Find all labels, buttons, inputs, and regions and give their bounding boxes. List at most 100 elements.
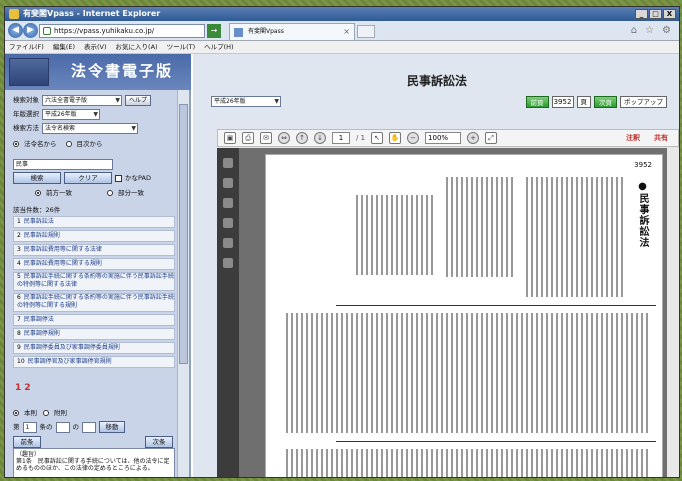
logo-banner: 法令書電子版 (5, 54, 191, 90)
menu-tools[interactable]: ツール(T) (167, 41, 196, 53)
fit-icon[interactable]: ⇔ (278, 132, 290, 144)
site-icon (43, 27, 51, 35)
tab-vpass[interactable]: 有斐閣Vpass × (229, 23, 355, 40)
pdf-page-input[interactable]: 1 (332, 132, 350, 144)
select-tool-icon[interactable]: ↖ (371, 132, 384, 144)
result-item[interactable]: 5 民事訴訟手続に関する条約等の実施に伴う民事訴訟手続の特例等に関する法律 (13, 272, 175, 291)
books-logo-image (9, 58, 49, 86)
window-title: 有斐閣Vpass - Internet Explorer (23, 9, 161, 18)
menu-favorites[interactable]: お気に入り(A) (116, 41, 158, 53)
address-bar: ◀ ▶ https://vpass.yuhikaku.co.jp/ → 有斐閣V… (5, 21, 679, 41)
article-item-input[interactable] (82, 421, 96, 433)
section-divider (336, 441, 656, 442)
menu-edit[interactable]: 編集(E) (53, 41, 75, 53)
kana-label: かなPAD (125, 174, 151, 182)
prev-page-button[interactable]: 前頁 (525, 96, 549, 108)
browser-window: 有斐閣Vpass - Internet Explorer _ □ X ◀ ▶ h… (4, 6, 680, 478)
era-select[interactable]: 平成26年版 (211, 96, 281, 107)
new-tab-button[interactable] (357, 25, 375, 38)
pdf-page-title: ●民事訴訟法 (637, 181, 648, 248)
article-preview: （趣旨） 第1条 民事訴訟に関する手続については、他の法令に定めるもののほか、こ… (13, 448, 175, 477)
result-pagination[interactable]: 1 2 (15, 383, 31, 393)
scope-main-radio[interactable] (13, 410, 19, 416)
settings-icon[interactable]: ⚙ (662, 25, 671, 36)
scope-main-label: 本則 (24, 409, 37, 417)
toc-text-block (526, 177, 626, 297)
article-sub-input[interactable] (55, 421, 70, 433)
search-input[interactable]: 民事 (13, 158, 113, 170)
bookmark-icon[interactable] (223, 258, 233, 268)
forward-icon[interactable]: ▶ (23, 23, 38, 38)
zoom-out-icon[interactable]: − (407, 132, 420, 144)
mode-name-radio[interactable] (13, 141, 19, 147)
result-item[interactable]: 4 民事訴訟費用等に関する規則 (13, 258, 175, 270)
pdf-side-panel (217, 148, 239, 477)
go-icon[interactable]: → (207, 24, 221, 38)
menu-file[interactable]: ファイル(F) (9, 41, 44, 53)
mode-toc-radio[interactable] (65, 141, 72, 147)
share-tab[interactable]: 共有 (654, 133, 668, 143)
page-down-icon[interactable]: ↓ (314, 132, 326, 144)
home-icon[interactable]: ⌂ (631, 25, 637, 36)
article-input[interactable]: 1 (22, 421, 37, 433)
expand-icon[interactable]: ⤢ (485, 132, 498, 144)
mail-icon[interactable]: ✉ (260, 132, 272, 144)
sidebar-scrollbar[interactable] (177, 90, 189, 477)
match-prefix-radio[interactable] (35, 190, 41, 196)
clear-button[interactable]: クリア (64, 172, 112, 184)
article-no-label: の (72, 423, 80, 431)
method-label: 検索方法 (13, 124, 39, 132)
result-item[interactable]: 10 民事調停官及び家事調停官規則 (13, 356, 175, 368)
print-icon[interactable]: ⎙ (242, 132, 254, 144)
close-button[interactable]: X (663, 9, 676, 19)
kana-checkbox[interactable] (115, 174, 122, 182)
logo-text: 法令書電子版 (71, 62, 174, 80)
match-prefix-label: 前方一致 (46, 189, 72, 197)
page-input[interactable]: 3952 (551, 96, 574, 108)
layers-icon[interactable] (223, 218, 233, 228)
prev-article-button[interactable]: 前条 (13, 436, 41, 448)
save-icon[interactable]: ▣ (224, 132, 236, 144)
minimize-button[interactable]: _ (635, 9, 648, 19)
next-article-button[interactable]: 次条 (145, 436, 173, 448)
maximize-button[interactable]: □ (649, 9, 662, 19)
zoom-select[interactable]: 100% (425, 132, 462, 144)
result-item[interactable]: 7 民事調停法 (13, 314, 175, 326)
match-partial-radio[interactable] (107, 190, 113, 196)
result-item[interactable]: 3 民事訴訟費用等に関する法律 (13, 244, 175, 256)
page-up-icon[interactable]: ↑ (296, 132, 308, 144)
signature-icon[interactable] (223, 238, 233, 248)
book-select[interactable]: 六法全書電子版 (42, 94, 122, 106)
scope-supp-radio[interactable] (43, 410, 49, 416)
pdf-scrollbar[interactable] (667, 148, 679, 477)
help-button[interactable]: ヘルプ (125, 94, 152, 106)
article-text-block (286, 449, 651, 477)
attachment-icon[interactable] (223, 198, 233, 208)
popup-button[interactable]: ポップアップ (620, 96, 667, 108)
note-title: （趣旨） (16, 451, 41, 458)
move-button[interactable]: 移動 (99, 421, 125, 433)
menu-view[interactable]: 表示(V) (84, 41, 107, 53)
hand-tool-icon[interactable]: ✋ (389, 132, 402, 144)
back-icon[interactable]: ◀ (8, 23, 23, 38)
favorites-icon[interactable]: ☆ (645, 25, 654, 36)
tab-close-icon[interactable]: × (343, 24, 350, 40)
pages-icon[interactable] (223, 178, 233, 188)
year-select[interactable]: 平成26年版 (42, 108, 100, 120)
annotate-tab[interactable]: 注釈 (626, 133, 640, 143)
zoom-in-icon[interactable]: + (467, 132, 480, 144)
menu-help[interactable]: ヘルプ(H) (204, 41, 233, 53)
method-select[interactable]: 法令名検索 (42, 122, 138, 134)
scroll-thumb[interactable] (179, 104, 188, 364)
next-page-button[interactable]: 次頁 (594, 96, 617, 108)
result-item[interactable]: 9 民事調停委員及び家事調停委員規則 (13, 342, 175, 354)
result-item[interactable]: 1 民事訴訟法 (13, 216, 175, 228)
result-item[interactable]: 2 民事訴訟規則 (13, 230, 175, 242)
url-input[interactable]: https://vpass.yuhikaku.co.jp/ (39, 24, 205, 38)
search-button[interactable]: 検索 (13, 172, 61, 184)
pdf-viewer[interactable]: 3952 ●民事訴訟法 (239, 148, 679, 477)
article-prefix: 第 (13, 423, 20, 431)
result-item[interactable]: 8 民事調停規則 (13, 328, 175, 340)
result-item[interactable]: 6 民事訴訟手続に関する条約等の実施に伴う民事訴訟手続の特例等に関する規則 (13, 293, 175, 312)
lock-icon[interactable] (223, 158, 233, 168)
